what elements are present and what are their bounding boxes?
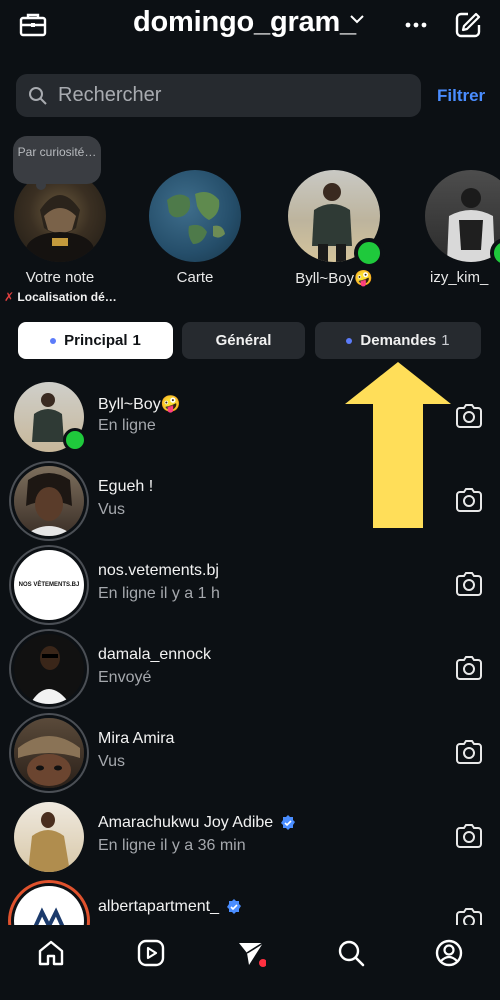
conversation-name: Mira Amira: [98, 730, 175, 747]
messages-icon[interactable]: [236, 938, 266, 968]
chevron-down-icon[interactable]: [350, 14, 364, 24]
note-bubble[interactable]: Par curiosité…: [13, 136, 101, 184]
conversation-name-text: albertapartment_: [98, 898, 219, 915]
bottom-nav: [0, 925, 500, 1000]
story-label: Byll~Boy🤪: [295, 270, 373, 287]
conversation-name-text: Amarachukwu Joy Adibe: [98, 814, 274, 831]
conversation-row[interactable]: Mira Amira Vus: [0, 710, 500, 794]
profile-icon[interactable]: [434, 938, 464, 968]
story-label: izy_kim_: [430, 269, 489, 286]
avatar: [14, 802, 84, 872]
avatar-logo-text: NOS VÊTEMENTS.BJ: [18, 582, 80, 588]
conversation-row[interactable]: damala_ennock Envoyé: [0, 626, 500, 710]
briefcase-icon[interactable]: [16, 8, 50, 42]
camera-icon[interactable]: [454, 821, 484, 851]
tab-count: 1: [441, 332, 450, 349]
tab-principal[interactable]: Principal 1: [18, 322, 173, 359]
camera-icon[interactable]: [454, 737, 484, 767]
avatar: [14, 466, 84, 536]
verified-badge-icon: [226, 899, 241, 914]
camera-icon[interactable]: [454, 653, 484, 683]
conversation-status: En ligne il y a 36 min: [98, 837, 246, 854]
online-indicator: [63, 428, 87, 452]
account-title[interactable]: domingo_gram_: [133, 6, 356, 39]
location-pin-icon: ✗: [4, 290, 15, 304]
search-icon: [29, 86, 47, 105]
conversation-status: En ligne: [98, 417, 156, 434]
location-text: Localisation dé…: [17, 290, 117, 304]
search-bar[interactable]: [16, 74, 421, 117]
unread-dot: [346, 337, 353, 344]
online-indicator: [354, 238, 384, 268]
reels-icon[interactable]: [136, 938, 166, 968]
tab-label: Général: [215, 332, 272, 349]
avatar: [14, 634, 84, 704]
tab-label: Principal: [64, 332, 128, 349]
conversation-name: Egueh !: [98, 478, 154, 495]
conversation-status: Envoyé: [98, 669, 152, 686]
conversation-name: Amarachukwu Joy Adibe: [98, 814, 297, 832]
avatar: [14, 718, 84, 788]
camera-icon[interactable]: [454, 569, 484, 599]
conversation-status: Vus: [98, 501, 125, 518]
tab-count: 1: [132, 332, 141, 349]
search-nav-icon[interactable]: [336, 938, 366, 968]
new-message-icon[interactable]: [451, 8, 485, 42]
story-label: Votre note: [25, 269, 95, 286]
camera-icon[interactable]: [454, 401, 484, 431]
tab-general[interactable]: Général: [182, 322, 305, 359]
conversation-name: albertapartment_: [98, 898, 243, 916]
conversation-name: damala_ennock: [98, 646, 211, 663]
home-icon[interactable]: [36, 938, 66, 968]
annotation-arrow: [345, 362, 451, 528]
unread-dot: [50, 337, 57, 344]
header: domingo_gram_: [0, 0, 500, 60]
search-input[interactable]: [56, 83, 400, 108]
tab-demandes[interactable]: Demandes 1: [315, 322, 481, 359]
filter-button[interactable]: Filtrer: [437, 86, 485, 106]
conversation-status: En ligne il y a 1 h: [98, 585, 220, 602]
camera-icon[interactable]: [454, 485, 484, 515]
story-izykim-avatar[interactable]: [425, 170, 500, 262]
conversation-name: Byll~Boy🤪: [98, 396, 181, 413]
conversation-status: Vus: [98, 753, 125, 770]
verified-badge-icon: [281, 815, 296, 830]
more-options-icon[interactable]: [399, 8, 433, 42]
story-map-avatar[interactable]: [149, 170, 241, 262]
conversation-row[interactable]: NOS VÊTEMENTS.BJ nos.vetements.bj En lig…: [0, 542, 500, 626]
conversation-name: nos.vetements.bj: [98, 562, 219, 579]
avatar: NOS VÊTEMENTS.BJ: [14, 550, 84, 620]
tab-label: Demandes: [360, 332, 437, 349]
conversation-row[interactable]: Amarachukwu Joy Adibe En ligne il y a 36…: [0, 794, 500, 878]
location-note: ✗ Localisation dé…: [4, 290, 117, 304]
story-label: Carte: [176, 269, 214, 286]
